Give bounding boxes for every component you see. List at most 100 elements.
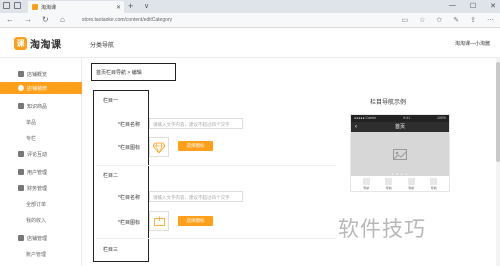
category-icon (362, 178, 370, 185)
sidebar: 店铺概览 店铺装修 知识商品 单品 专栏 评论互动 用户管理 财务管理 全部订单… (0, 58, 82, 266)
sidebar-item-single[interactable]: 单品 (0, 116, 82, 128)
forward-button[interactable]: → (24, 16, 32, 24)
select-icon-button-1[interactable]: 选择图标 (178, 141, 213, 151)
app-header: 课 淘淘课 分类导航 淘淘课—小淘酱 (0, 28, 500, 58)
maximize-button[interactable]: ☐ (470, 2, 476, 10)
refresh-button[interactable]: ↻ (42, 16, 49, 24)
label-highlight-box (93, 90, 149, 262)
phone-category-item: 导航 (427, 178, 441, 190)
sidebar-item-label: 知识商品 (27, 103, 48, 110)
sidebar-item-store-management[interactable]: 店铺管理 (0, 232, 82, 244)
home-button[interactable]: ⌂ (60, 16, 65, 24)
browser-tab-bar: 淘淘课 ✕ + ∨ — ☐ ✕ (0, 0, 500, 13)
sidebar-item-label: 账户管理 (26, 251, 47, 258)
user-icon (18, 169, 24, 175)
page-scrollbar[interactable] (496, 58, 500, 266)
sidebar-item-label: 专栏 (26, 135, 37, 142)
phone-category-item: 导航 (382, 178, 396, 190)
category-icon (407, 178, 415, 185)
phone-nav-bar: ‹ 首页 (351, 122, 449, 132)
notes-pen-icon[interactable]: ✎ (453, 16, 459, 24)
phone-back-icon: ‹ (355, 124, 357, 130)
field-label-icon-2: *栏目图标 (118, 220, 140, 226)
sidebar-item-label: 我的收入 (26, 217, 47, 224)
phone-category-item: 导航 (404, 178, 418, 190)
scrollbar-thumb[interactable] (496, 62, 500, 162)
reading-view-icon[interactable]: ▭ (401, 16, 408, 24)
section-divider (96, 165, 336, 166)
sidebar-item-income[interactable]: 我的收入 (0, 214, 82, 226)
store-name-menu[interactable]: 淘淘课—小淘酱 (455, 40, 490, 47)
favorites-hub-icon[interactable]: ✩ (436, 16, 442, 24)
category-label: 导航 (363, 186, 370, 190)
sidebar-item-label: 单品 (26, 119, 37, 126)
sidebar-item-overview[interactable]: 店铺概览 (0, 68, 82, 80)
wallet-icon (18, 185, 24, 191)
select-icon-button-2[interactable]: 选择图标 (178, 216, 213, 226)
sidebar-item-users[interactable]: 用户管理 (0, 166, 82, 178)
logo[interactable]: 课 淘淘课 (14, 36, 62, 51)
minimize-button[interactable]: — (449, 2, 456, 10)
sidebar-item-finance[interactable]: 财务管理 (0, 182, 82, 194)
breadcrumb: 首页栏目导航 > 编辑 (91, 63, 176, 81)
sidebar-item-column[interactable]: 专栏 (0, 132, 82, 144)
sidebar-item-comments[interactable]: 评论互动 (0, 148, 82, 160)
tab-title: 淘淘课 (41, 4, 57, 11)
phone-nav-title: 首页 (394, 124, 405, 130)
diamond-icon (153, 142, 165, 153)
sidebar-item-label: 店铺装修 (27, 85, 48, 92)
section-divider (96, 238, 336, 239)
logo-text: 淘淘课 (30, 40, 62, 51)
carousel-dots: ● ● ● ● (391, 172, 409, 176)
url-input[interactable]: store.taotaoke.com/content/editCategory (82, 17, 172, 23)
header-section-title: 分类导航 (90, 43, 115, 49)
sidebar-item-label: 店铺管理 (27, 235, 48, 242)
more-icon[interactable]: ⋯ (487, 16, 494, 24)
sidebar-item-label: 全部订单 (26, 201, 47, 208)
icon-preview-1[interactable] (149, 137, 169, 157)
window-controls: — ☐ ✕ (449, 2, 496, 10)
phone-time: 9:41 (403, 116, 411, 120)
box-icon (153, 216, 165, 226)
section-title-3: 栏目三 (103, 247, 119, 253)
favorite-star-icon[interactable]: ☆ (419, 16, 425, 24)
share-icon[interactable]: ⇪ (470, 16, 476, 24)
column-name-input-2[interactable]: 请输入文字内容，建议不超过四个汉字 (149, 191, 243, 202)
tab-actions-icon[interactable] (3, 2, 10, 9)
phone-preview: ●●●●● Carrier 9:41 100% ‹ 首页 ● ● ● ● 导航 … (350, 114, 450, 192)
watermark: 软件技巧 (338, 217, 426, 241)
back-button[interactable]: ← (6, 16, 14, 24)
new-tab-button[interactable]: + (128, 2, 133, 11)
preview-title: 栏目导航示例 (370, 100, 407, 106)
tab-list-chevron-icon[interactable]: ∨ (144, 2, 149, 10)
section-title-2: 栏目二 (103, 173, 119, 179)
gear-icon (18, 85, 24, 91)
browser-tab[interactable]: 淘淘课 ✕ (28, 1, 124, 13)
sidebar-item-account[interactable]: 账户管理 (0, 248, 82, 260)
category-label: 导航 (408, 186, 415, 190)
category-icon (385, 178, 393, 185)
sidebar-item-label: 评论互动 (27, 151, 48, 158)
section-title-1: 栏目一 (103, 98, 119, 104)
sidebar-item-decoration[interactable]: 店铺装修 (0, 82, 82, 94)
address-bar: ← → ↻ ⌂ store.taotaoke.com/content/editC… (0, 13, 500, 28)
person-icon (18, 235, 24, 241)
tab-close-icon[interactable]: ✕ (116, 4, 121, 11)
icon-preview-2[interactable] (149, 211, 169, 231)
image-placeholder-icon (393, 148, 407, 160)
phone-carrier: ●●●●● Carrier (354, 116, 377, 120)
phone-category-nav: 导航 导航 导航 导航 (351, 176, 449, 192)
field-label-name-2: *栏目名称 (118, 195, 140, 201)
close-window-button[interactable]: ✕ (490, 2, 496, 10)
category-icon (430, 178, 438, 185)
browser-left-controls (3, 2, 21, 9)
category-label: 导航 (430, 186, 437, 190)
phone-banner (351, 132, 449, 176)
phone-status-bar: ●●●●● Carrier 9:41 100% (351, 115, 449, 122)
sidebar-item-knowledge-products[interactable]: 知识商品 (0, 100, 82, 112)
comment-icon (18, 151, 24, 157)
column-name-input-1[interactable]: 请输入文字内容，建议不超过四个汉字 (149, 118, 243, 129)
phone-battery: 100% (437, 116, 446, 120)
sidebar-item-orders[interactable]: 全部订单 (0, 198, 82, 210)
tab-preview-icon[interactable] (14, 2, 21, 9)
